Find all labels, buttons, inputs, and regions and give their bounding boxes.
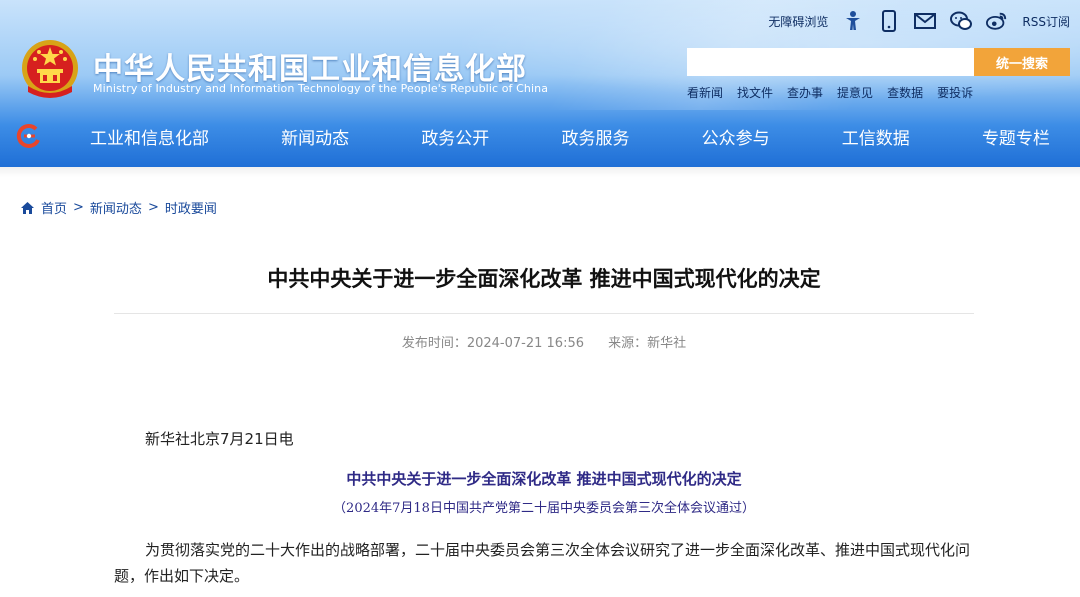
breadcrumb-separator: > [147,200,159,215]
article-subtitle: 中共中央关于进一步全面深化改革 推进中国式现代化的决定 [346,470,742,488]
article-meta: 发布时间：2024-07-21 16:56 来源：新华社 [114,332,974,351]
nav-item-news[interactable]: 新闻动态 [261,124,369,149]
nav-item-services[interactable]: 政务服务 [541,124,649,149]
quick-link-feedback[interactable]: 提意见 [837,84,873,101]
quick-link-news[interactable]: 看新闻 [687,84,723,101]
accessibility-link[interactable]: 无障碍浏览 [768,13,828,30]
site-logo-icon[interactable] [16,123,42,149]
quick-link-documents[interactable]: 找文件 [737,84,773,101]
quick-link-complaint[interactable]: 要投诉 [937,84,973,101]
accessibility-icon[interactable] [842,10,864,32]
quick-link-services[interactable]: 查办事 [787,84,823,101]
mobile-icon[interactable] [878,10,900,32]
nav-item-affairs[interactable]: 政务公开 [401,124,509,149]
nav-item-topics[interactable]: 专题专栏 [962,124,1070,149]
quick-links: 看新闻 找文件 查办事 提意见 查数据 要投诉 [687,84,973,101]
top-tools: 无障碍浏览 RSS订阅 [768,8,1070,34]
article-source: 来源：新华社 [608,336,687,351]
breadcrumb-separator: > [73,200,84,215]
site-subtitle: Ministry of Industry and Information Tec… [93,82,549,95]
article-paragraph: 为贯彻落实党的二十大作出的战略部署，二十届中央委员会第三次全体会议研究了进一步全… [114,541,971,585]
article-dateline: 新华社北京7月21日电 [145,430,294,448]
mail-icon[interactable] [914,10,937,32]
weibo-icon[interactable] [986,10,1008,32]
main-nav: 工业和信息化部 新闻动态 政务公开 政务服务 公众参与 工信数据 专题专栏 [0,110,1080,162]
quick-link-data[interactable]: 查数据 [887,84,923,101]
article-subnote: （2024年7月18日中国共产党第二十届中央委员会第三次全体会议通过） [333,501,755,516]
breadcrumb-current[interactable]: 时政要闻 [165,198,217,217]
breadcrumb-news[interactable]: 新闻动态 [90,198,142,217]
home-icon[interactable] [20,201,35,215]
publish-time: 发布时间：2024-07-21 16:56 [401,336,584,351]
site-header: 中华人民共和国工业和信息化部 Ministry of Industry and … [0,0,1080,167]
title-divider [114,313,974,314]
wechat-icon[interactable] [950,10,973,32]
search-input[interactable] [687,48,974,76]
nav-item-data[interactable]: 工信数据 [822,124,930,149]
breadcrumb-home[interactable]: 首页 [41,198,67,217]
nav-item-ministry[interactable]: 工业和信息化部 [70,124,229,149]
search-button[interactable]: 统一搜索 [974,48,1070,76]
national-emblem-icon[interactable] [20,38,80,100]
rss-link[interactable]: RSS订阅 [1022,13,1070,30]
breadcrumb: 首页 > 新闻动态 > 时政要闻 [20,198,217,217]
article-title: 中共中央关于进一步全面深化改革 推进中国式现代化的决定 [267,267,821,291]
nav-item-participation[interactable]: 公众参与 [682,124,790,149]
nav-shadow [0,167,1080,177]
